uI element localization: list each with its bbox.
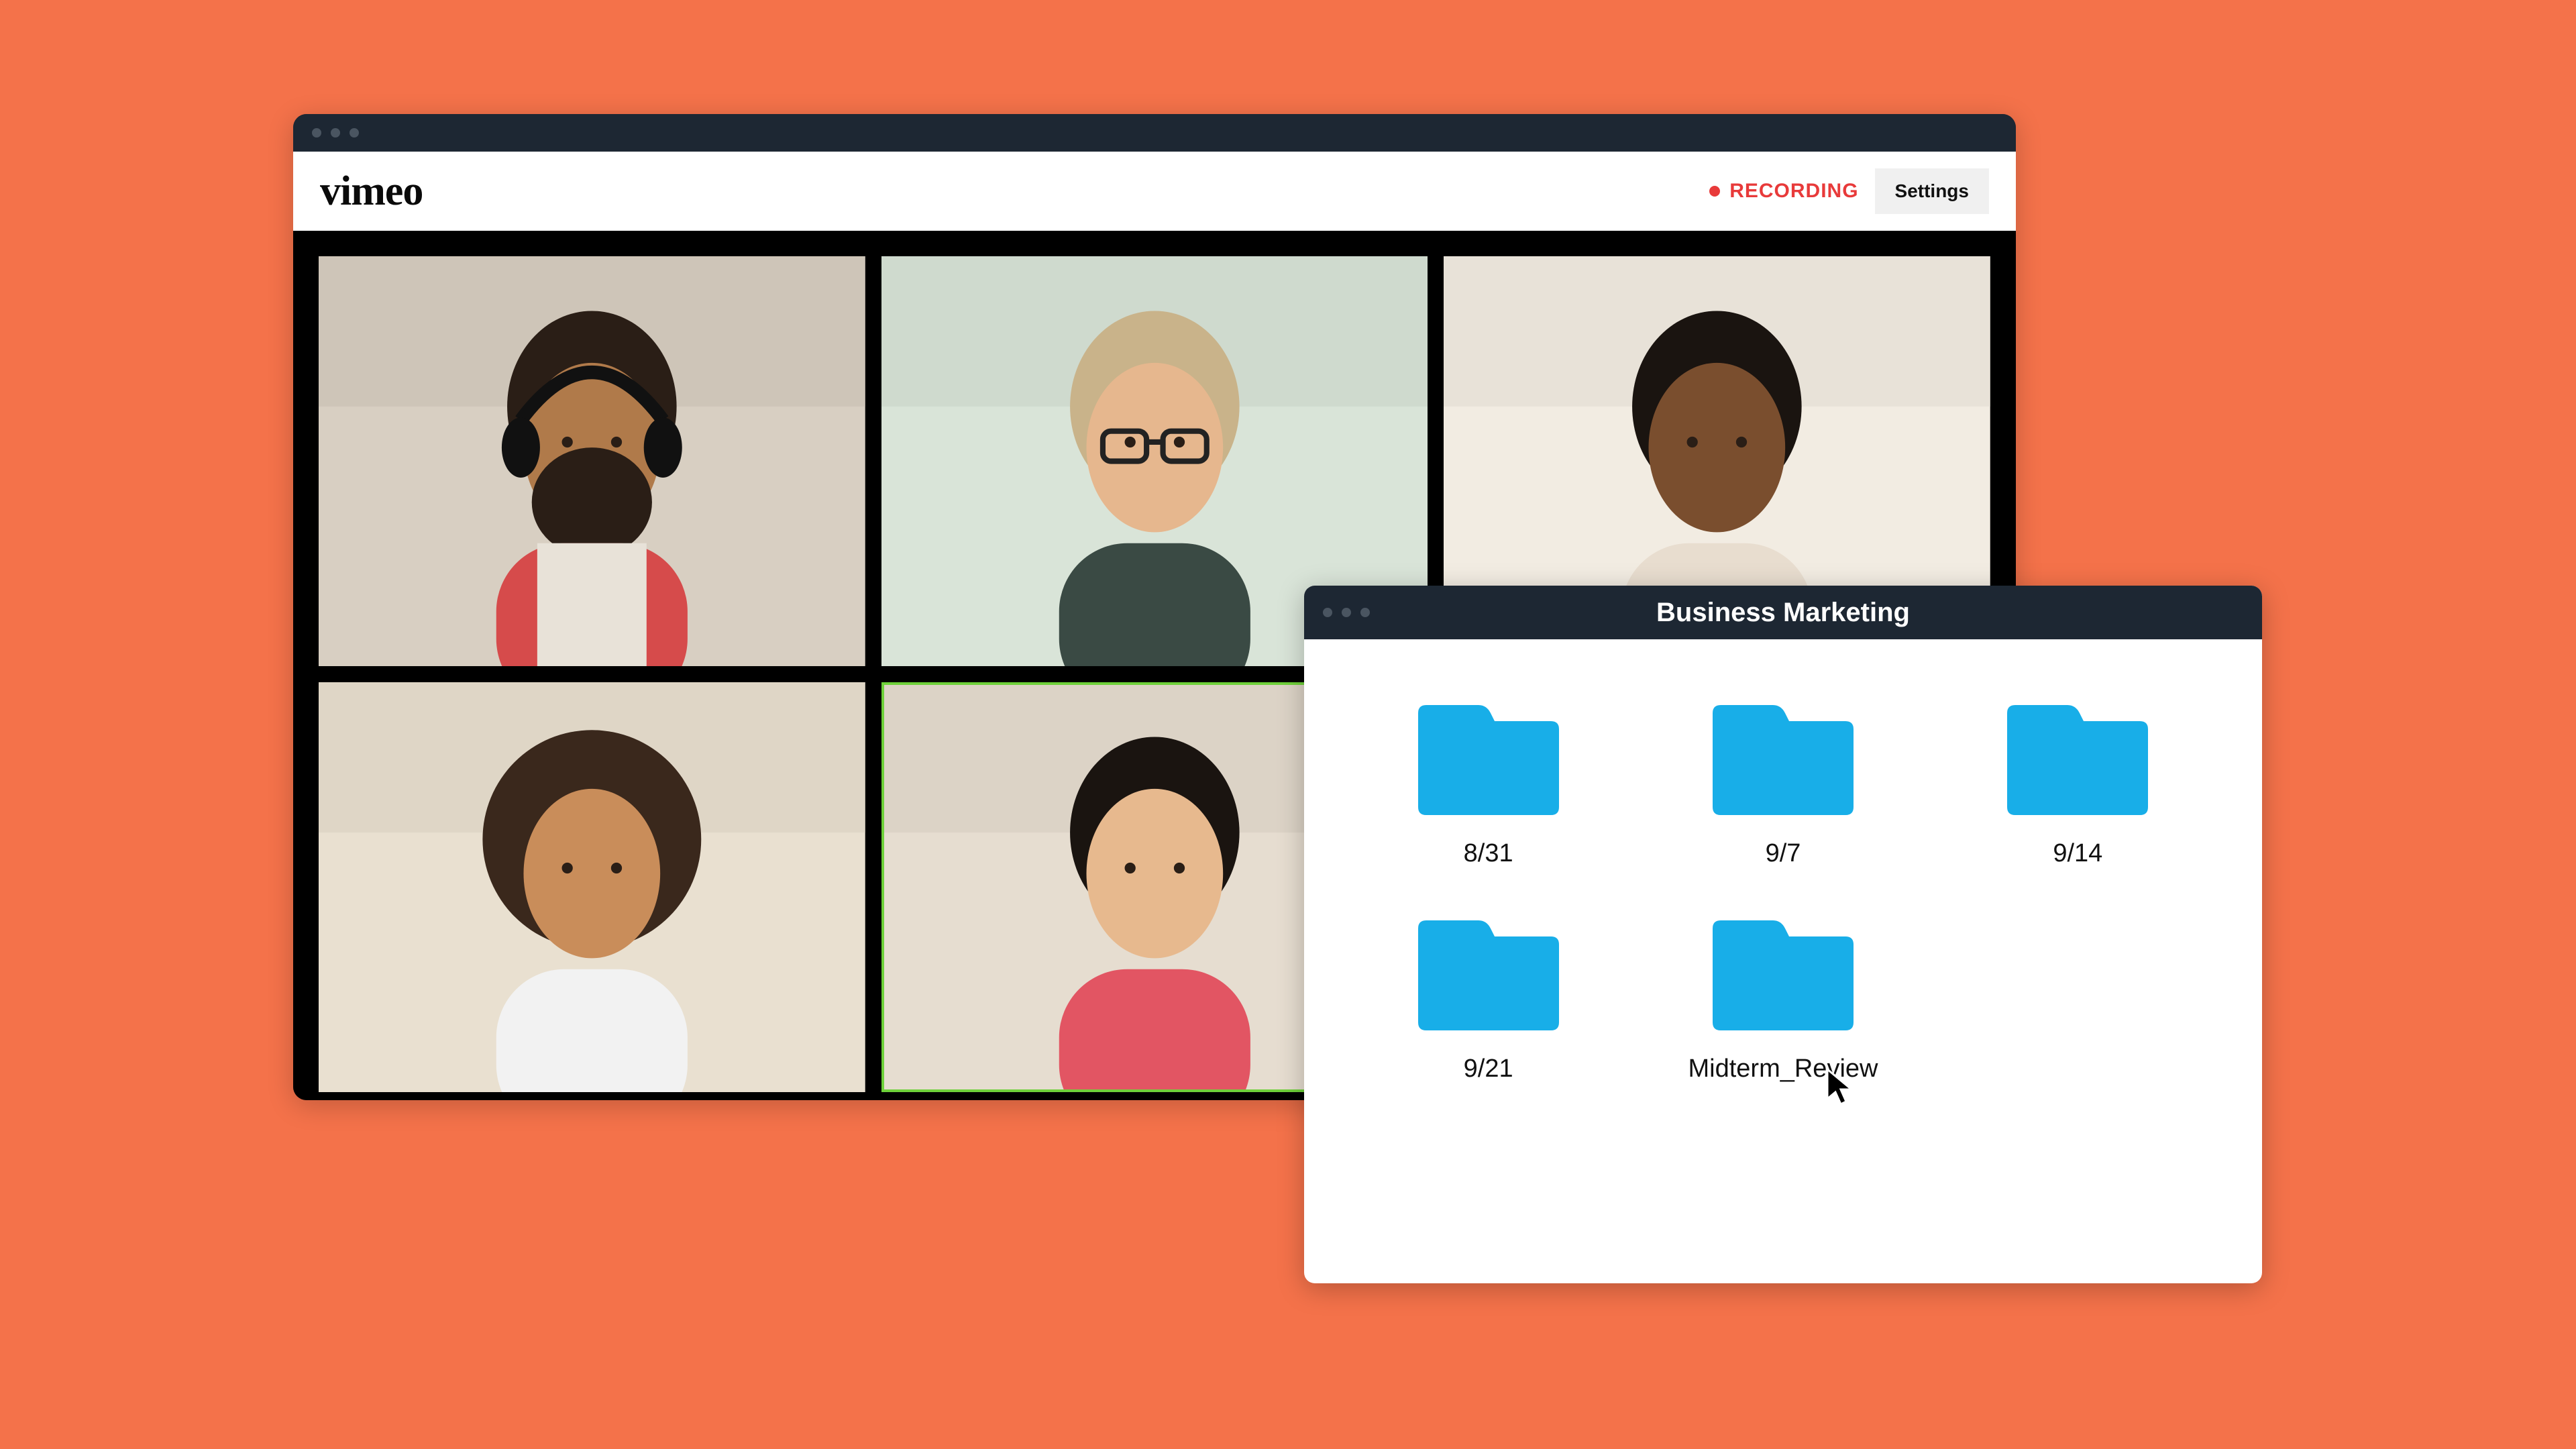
live-label: LIVE — [336, 1099, 384, 1100]
folder-label: 9/21 — [1464, 1055, 1513, 1083]
folder-window: Business Marketing 8/31 9/7 9/14 9/21 Mi… — [1304, 586, 2262, 1283]
folder-window-maximize-dot[interactable] — [1360, 608, 1370, 617]
folder-icon — [1706, 700, 1860, 820]
folder-item[interactable]: Midterm_Review — [1672, 915, 1893, 1083]
folder-item[interactable]: 9/14 — [1968, 700, 2188, 868]
folder-label: 9/14 — [2053, 839, 2102, 868]
recording-label: RECORDING — [1729, 180, 1858, 203]
folder-item[interactable]: 9/7 — [1672, 700, 1893, 868]
folder-window-close-dot[interactable] — [1323, 608, 1332, 617]
participant-avatar — [319, 682, 865, 1092]
window-minimize-dot[interactable] — [331, 128, 340, 138]
folder-item[interactable]: 8/31 — [1378, 700, 1599, 868]
window-maximize-dot[interactable] — [350, 128, 359, 138]
recording-dot-icon — [1709, 186, 1720, 197]
folder-window-minimize-dot[interactable] — [1342, 608, 1351, 617]
participant-avatar — [319, 256, 865, 666]
folder-label: 8/31 — [1464, 839, 1513, 868]
window-close-dot[interactable] — [312, 128, 321, 138]
app-header: vimeo RECORDING Settings — [293, 152, 2016, 231]
window-titlebar — [293, 114, 2016, 152]
settings-button[interactable]: Settings — [1875, 168, 1989, 214]
folder-icon — [1411, 700, 1566, 820]
participant-tile[interactable] — [319, 682, 865, 1092]
folder-icon — [2000, 700, 2155, 820]
live-indicator: LIVE — [319, 1099, 384, 1100]
viewer-count-value: 276 — [425, 1099, 461, 1100]
viewer-count: 276 — [398, 1099, 461, 1100]
brand-logo: vimeo — [320, 168, 423, 215]
folder-icon — [1411, 915, 1566, 1036]
participant-tile[interactable] — [319, 256, 865, 666]
recording-indicator: RECORDING — [1709, 180, 1858, 203]
folder-icon — [1706, 915, 1860, 1036]
folder-window-title: Business Marketing — [1304, 598, 2262, 628]
folder-label: 9/7 — [1766, 839, 1801, 868]
folder-label: Midterm_Review — [1688, 1055, 1878, 1083]
folder-window-titlebar: Business Marketing — [1304, 586, 2262, 639]
folder-item[interactable]: 9/21 — [1378, 915, 1599, 1083]
folder-grid: 8/31 9/7 9/14 9/21 Midterm_Review — [1304, 639, 2262, 1144]
